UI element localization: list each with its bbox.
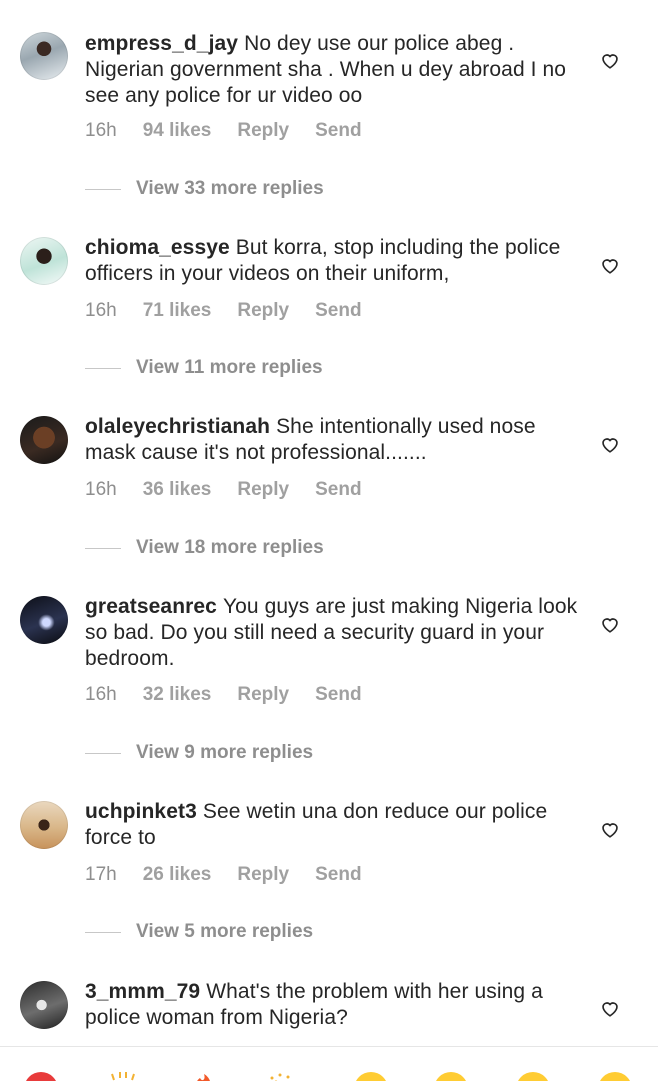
comment-time: 16h <box>85 300 117 322</box>
comment-meta: 17h 26 likes Reply Send <box>85 863 362 887</box>
divider-line <box>85 548 121 549</box>
avatar[interactable] <box>20 981 68 1029</box>
reply-button[interactable]: Reply <box>237 684 289 706</box>
view-replies-button[interactable]: View 33 more replies <box>85 177 324 201</box>
like-heart-icon[interactable] <box>598 612 622 636</box>
comment-likes[interactable]: 71 likes <box>143 300 212 322</box>
comment-time: 16h <box>85 479 117 501</box>
divider-line <box>85 189 121 190</box>
reply-button[interactable]: Reply <box>237 300 289 322</box>
send-button[interactable]: Send <box>315 864 361 886</box>
like-heart-icon[interactable] <box>598 817 622 841</box>
view-replies-button[interactable]: View 5 more replies <box>85 920 313 944</box>
avatar[interactable] <box>20 32 68 80</box>
comment-username[interactable]: greatseanrec <box>85 595 217 618</box>
comment-likes[interactable]: 94 likes <box>143 120 212 142</box>
view-replies-button[interactable]: View 9 more replies <box>85 741 313 765</box>
avatar[interactable] <box>20 801 68 849</box>
comment-text: 3_mmm_79What's the problem with her usin… <box>85 979 580 1031</box>
emoji-reaction-bar <box>0 1046 658 1081</box>
view-replies-button[interactable]: View 18 more replies <box>85 536 324 560</box>
comment-username[interactable]: uchpinket3 <box>85 800 197 823</box>
reply-button[interactable]: Reply <box>237 120 289 142</box>
avatar[interactable] <box>20 596 68 644</box>
like-heart-icon[interactable] <box>598 48 622 72</box>
comment-meta: 16h 94 likes Reply Send <box>85 119 362 143</box>
comment-meta: 16h 71 likes Reply Send <box>85 299 362 323</box>
comment-text: greatseanrecYou guys are just making Nig… <box>85 594 580 672</box>
view-replies-label: View 11 more replies <box>136 357 323 379</box>
view-replies-label: View 33 more replies <box>136 178 324 200</box>
comment-likes[interactable]: 36 likes <box>143 479 212 501</box>
comment-text: empress_d_jayNo dey use our police abeg … <box>85 31 580 109</box>
comment-time: 17h <box>85 864 117 886</box>
reply-button[interactable]: Reply <box>237 864 289 886</box>
reply-button[interactable]: Reply <box>237 479 289 501</box>
divider-line <box>85 932 121 933</box>
comment-time: 16h <box>85 120 117 142</box>
comment-likes[interactable]: 32 likes <box>143 684 212 706</box>
send-button[interactable]: Send <box>315 300 361 322</box>
comment-username[interactable]: empress_d_jay <box>85 32 238 55</box>
send-button[interactable]: Send <box>315 120 361 142</box>
view-replies-label: View 18 more replies <box>136 537 324 559</box>
comment-username[interactable]: chioma_essye <box>85 236 230 259</box>
send-button[interactable]: Send <box>315 684 361 706</box>
comment-likes[interactable]: 26 likes <box>143 864 212 886</box>
divider-line <box>85 368 121 369</box>
comment-meta: 16h 36 likes Reply Send <box>85 478 362 502</box>
like-heart-icon[interactable] <box>598 996 622 1020</box>
like-heart-icon[interactable] <box>598 432 622 456</box>
comment-text: uchpinket3See wetin una don reduce our p… <box>85 799 580 851</box>
avatar[interactable] <box>20 237 68 285</box>
comment-text: chioma_essyeBut korra, stop including th… <box>85 235 580 287</box>
view-replies-label: View 5 more replies <box>136 921 313 943</box>
comment-username[interactable]: 3_mmm_79 <box>85 980 200 1003</box>
send-button[interactable]: Send <box>315 479 361 501</box>
comment-username[interactable]: olaleyechristianah <box>85 415 270 438</box>
view-replies-label: View 9 more replies <box>136 742 313 764</box>
comment-text: olaleyechristianahShe intentionally used… <box>85 414 580 466</box>
view-replies-button[interactable]: View 11 more replies <box>85 356 323 380</box>
comment-time: 16h <box>85 684 117 706</box>
divider-line <box>85 753 121 754</box>
like-heart-icon[interactable] <box>598 253 622 277</box>
comment-meta: 16h 32 likes Reply Send <box>85 683 362 707</box>
avatar[interactable] <box>20 416 68 464</box>
